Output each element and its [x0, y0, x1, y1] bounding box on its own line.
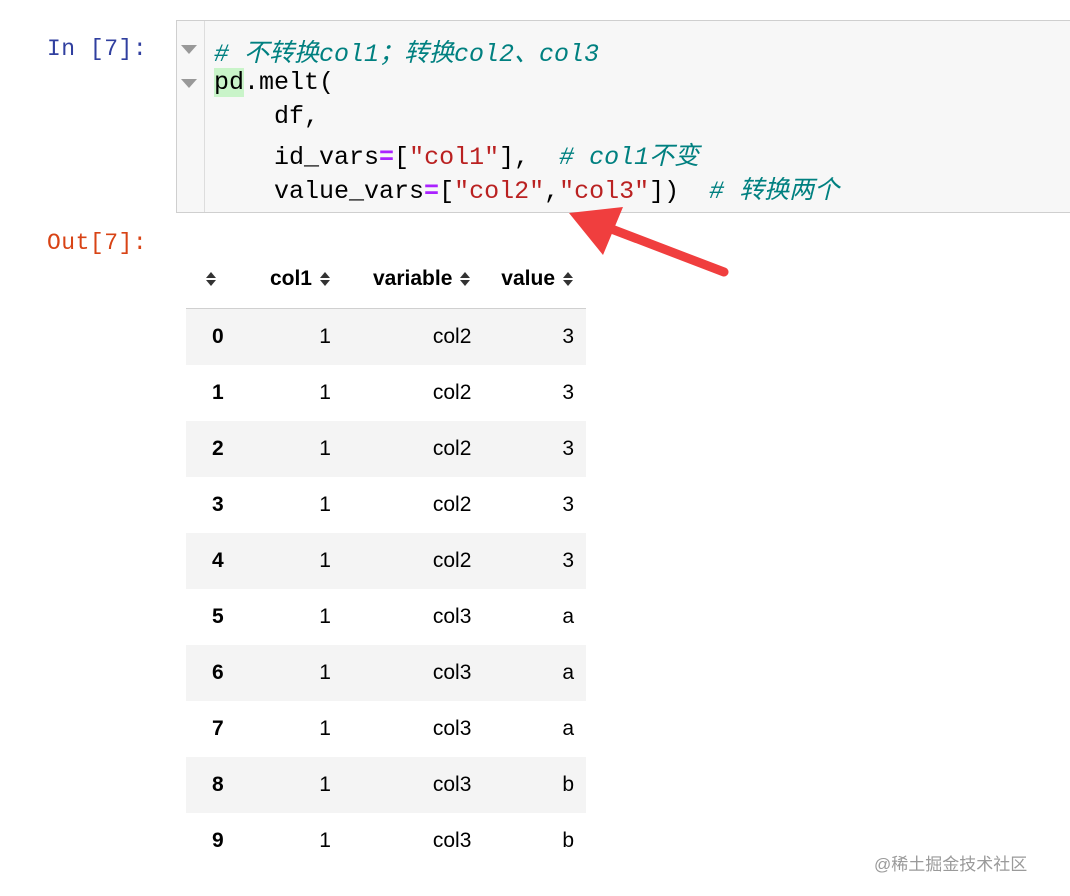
table-header-row: col1 variable value [186, 250, 586, 309]
code-line-4: id_vars=["col1"], # col1不变 [214, 136, 699, 172]
table-row: 4 1 col2 3 [186, 533, 586, 589]
value-cell: a [562, 605, 574, 628]
table-row: 1 1 col2 3 [186, 365, 586, 421]
value-cell: b [562, 829, 574, 852]
col1-header[interactable]: col1 [241, 250, 341, 309]
code-string: "col2" [454, 177, 545, 206]
code-text: [ [439, 177, 455, 206]
code-text: .melt( [244, 68, 335, 97]
col1-cell: 1 [319, 829, 331, 852]
code-text: value_vars [214, 177, 425, 206]
variable-cell: col2 [432, 381, 472, 404]
variable-cell: col2 [340, 308, 482, 365]
variable-cell: col2 [340, 421, 482, 477]
value-cell: 3 [481, 421, 586, 477]
index-header[interactable] [186, 250, 242, 309]
table-row: 6 1 col3 a [186, 645, 586, 701]
table-body: 0 1 col2 3 1 1 col2 3 2 1 col2 3 3 1 col2 3 4 1 col2 3 5 1 col… [186, 308, 586, 870]
row-index-cell: 2 [186, 421, 242, 477]
fold-arrow-icon[interactable] [181, 79, 197, 88]
value-cell: a [481, 645, 586, 701]
code-identifier: pd [214, 68, 245, 97]
value-cell: 3 [562, 493, 574, 516]
row-index-cell: 5 [212, 605, 224, 628]
col1-cell: 1 [319, 493, 331, 516]
table-row: 2 1 col2 3 [186, 421, 586, 477]
code-text: df, [214, 102, 320, 131]
dataframe-table: col1 variable value 0 1 col2 3 1 1 col2 3 2 1 col2… [186, 250, 586, 869]
code-operator: = [379, 143, 395, 172]
variable-cell: col3 [432, 605, 472, 628]
row-index-cell: 8 [186, 757, 242, 813]
sort-icon[interactable] [460, 272, 471, 287]
output-prompt: Out[7]: [47, 230, 148, 256]
col1-cell: 1 [319, 605, 331, 628]
code-comment: # 不转换col1；转换col2、col3 [214, 40, 600, 69]
variable-cell: col3 [340, 645, 482, 701]
input-prompt: In [7]: [47, 36, 148, 62]
code-text: ]) [649, 177, 710, 206]
value-cell: a [562, 717, 574, 740]
table-row: 9 1 col3 b [186, 813, 586, 869]
code-text: id_vars [214, 143, 380, 172]
col1-cell: 1 [241, 421, 341, 477]
value-cell: b [481, 757, 586, 813]
variable-cell: col2 [340, 533, 482, 589]
row-index-cell: 0 [186, 308, 242, 365]
row-index-cell: 9 [212, 829, 224, 852]
code-cell[interactable]: # 不转换col1；转换col2、col3 pd.melt( df, id_va… [176, 20, 1070, 213]
col1-cell: 1 [241, 645, 341, 701]
variable-cell: col2 [432, 493, 472, 516]
variable-cell: col3 [340, 757, 482, 813]
col1-cell: 1 [319, 717, 331, 740]
row-index-cell: 7 [212, 717, 224, 740]
code-line-2: pd.melt( [214, 68, 334, 97]
variable-cell: col3 [432, 829, 472, 852]
code-operator: = [424, 177, 440, 206]
row-index-cell: 4 [186, 533, 242, 589]
code-text: [ [394, 143, 410, 172]
sort-icon[interactable] [319, 272, 331, 287]
value-cell: 3 [562, 381, 574, 404]
variable-header[interactable]: variable [340, 250, 482, 309]
table-row: 7 1 col3 a [186, 701, 586, 757]
code-text: , [544, 177, 560, 206]
code-line-1: # 不转换col1；转换col2、col3 [214, 33, 599, 69]
fold-arrow-icon[interactable] [181, 45, 197, 54]
output-dataframe: col1 variable value 0 1 col2 3 1 1 col2 3 2 1 col2… [186, 250, 586, 869]
code-text: ], [499, 143, 560, 172]
table-row: 5 1 col3 a [186, 589, 586, 645]
col1-cell: 1 [319, 381, 331, 404]
table-row: 3 1 col2 3 [186, 477, 586, 533]
code-string: "col1" [409, 143, 500, 172]
col1-cell: 1 [241, 757, 341, 813]
sort-icon[interactable] [206, 272, 217, 287]
watermark: @稀土掘金技术社区 [874, 855, 1028, 874]
variable-cell: col3 [432, 717, 472, 740]
table-row: 8 1 col3 b [186, 757, 586, 813]
code-comment: # 转换两个 [709, 177, 840, 206]
value-cell: 3 [481, 533, 586, 589]
code-comment: # col1不变 [559, 143, 700, 172]
col1-cell: 1 [241, 533, 341, 589]
row-index-cell: 3 [212, 493, 224, 516]
value-header-label: value [501, 267, 555, 290]
arrow-shaft [596, 220, 729, 277]
col1-cell: 1 [241, 308, 341, 365]
row-index-cell: 1 [212, 381, 224, 404]
code-gutter [177, 21, 205, 212]
red-arrow-annotation [569, 207, 729, 277]
code-line-3: df, [214, 102, 319, 131]
value-cell: 3 [481, 308, 586, 365]
code-string: "col3" [559, 177, 650, 206]
col1-header-label: col1 [269, 267, 312, 290]
variable-header-label: variable [373, 267, 453, 290]
row-index-cell: 6 [186, 645, 242, 701]
table-row: 0 1 col2 3 [186, 308, 586, 365]
code-line-5: value_vars=["col2","col3"]) # 转换两个 [214, 170, 839, 206]
